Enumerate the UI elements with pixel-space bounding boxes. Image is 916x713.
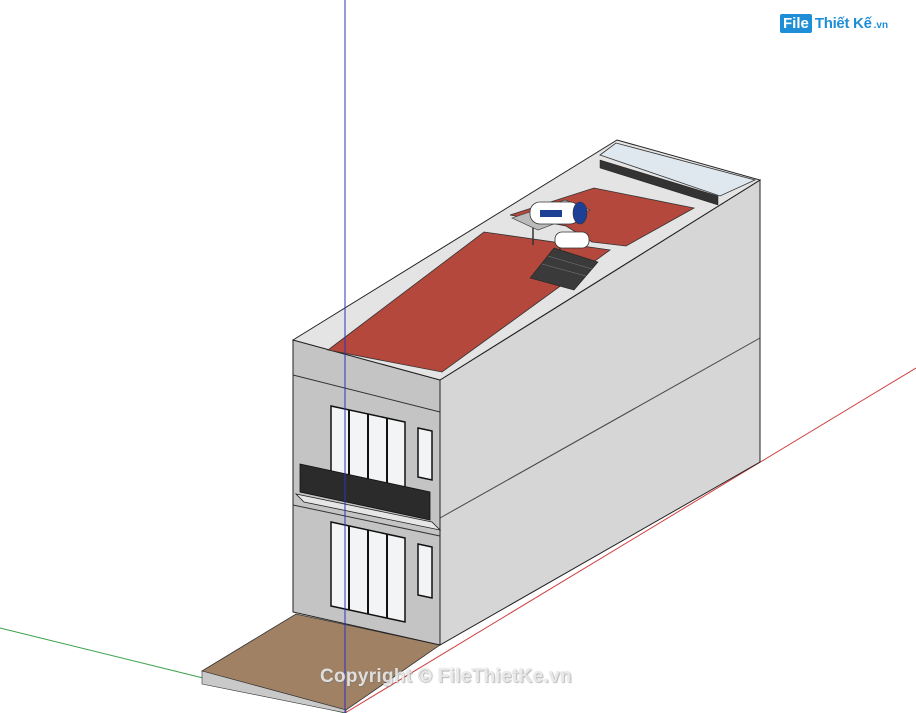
logo-name: Thiết Kế: [814, 15, 872, 32]
sketchup-viewport[interactable]: File Thiết Kế .vn Copyright © FileThietK…: [0, 0, 916, 713]
model-scene[interactable]: [0, 0, 916, 713]
logo-suffix: .vn: [873, 20, 889, 31]
logo-prefix: File: [780, 14, 812, 33]
filethietke-logo: File Thiết Kế .vn: [780, 14, 888, 33]
copyright-watermark: Copyright © FileThietKe.vn: [320, 666, 572, 687]
